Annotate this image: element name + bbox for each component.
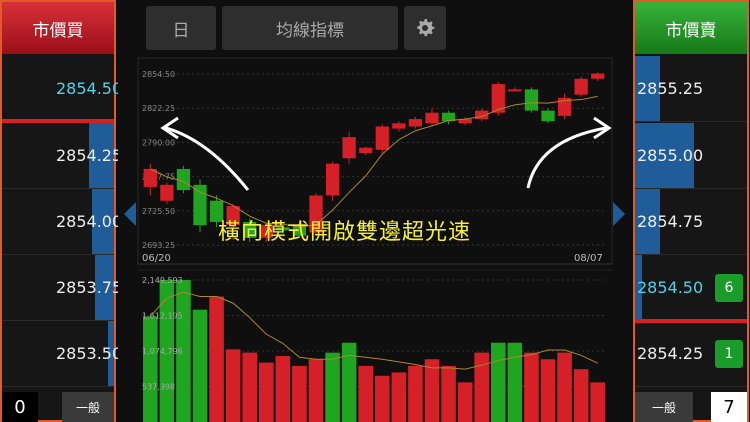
expand-right-icon[interactable]: [613, 202, 625, 226]
volume-bar: [590, 382, 605, 422]
bid-footer: 0 一般: [2, 392, 114, 422]
volume-bar: [259, 362, 274, 422]
candle-body: [359, 147, 373, 154]
price-tick-label: 2725.50: [142, 207, 175, 216]
ask-count: 7: [711, 392, 747, 422]
order-qty-badge: 1: [715, 340, 743, 368]
price-label: 2854.25: [637, 344, 704, 363]
price-label: 2855.25: [637, 79, 704, 98]
ask-panel: 市價賣 2855.25 2855.00 2854.75 2854.50 6 2854.25…: [633, 0, 749, 422]
candle-body: [425, 112, 439, 124]
bid-count: 0: [2, 392, 38, 422]
market-sell-button[interactable]: 市價賣: [635, 2, 747, 54]
end-date-label: 08/07: [574, 253, 603, 264]
volume-tick-label: 537,398: [142, 383, 175, 392]
candle-body: [591, 73, 605, 79]
candle-body: [524, 89, 539, 111]
volume-tick-label: 1,074,796: [142, 347, 183, 356]
volume-bar: [242, 352, 257, 422]
volume-bar: [143, 316, 158, 422]
bid-order-type[interactable]: 一般: [62, 392, 114, 422]
candle-body: [375, 126, 389, 150]
volume-bar: [308, 359, 324, 422]
volume-bar: [358, 365, 373, 422]
expand-left-icon[interactable]: [124, 202, 136, 226]
volume-bar: [325, 352, 340, 422]
price-label: 2854.25: [56, 146, 123, 165]
bid-row[interactable]: 2854.00: [2, 189, 122, 255]
order-qty-badge: 6: [715, 274, 743, 302]
price-label: 2853.50: [56, 344, 123, 363]
ask-row[interactable]: 2854.50 6: [635, 255, 747, 321]
candle-body: [508, 89, 522, 92]
volume-bar: [524, 352, 539, 422]
volume-bar: [441, 365, 456, 422]
candle-body: [342, 137, 356, 159]
volume-bar: [408, 365, 423, 422]
price-tick-label: 2822.25: [142, 104, 175, 113]
price-chart[interactable]: 2854.502822.252790.002757.752725.502693.…: [118, 0, 631, 422]
price-label: 2854.50: [637, 278, 704, 297]
start-date-label: 06/20: [142, 253, 171, 264]
volume-bar: [275, 355, 291, 422]
volume-bar: [457, 382, 473, 422]
volume-bar: [474, 352, 489, 422]
bid-panel: 市價買 2854.50 2854.25 2854.00 2853.75 2853.50 …: [0, 0, 122, 422]
volume-bar: [391, 372, 407, 422]
volume-bar: [507, 342, 523, 422]
bid-row[interactable]: 2853.50: [2, 321, 122, 387]
candle-body: [408, 119, 423, 127]
price-label: 2854.50: [56, 79, 123, 98]
volume-bar: [375, 375, 390, 422]
volume-bar: [225, 349, 241, 422]
volume-bar: [491, 342, 506, 422]
candle-body: [193, 184, 207, 226]
volume-tick-label: 2,149,593: [142, 276, 183, 285]
chart-area: 日 均線指標 2854.50 2822.25 2790.00 2757.75 2725.…: [118, 0, 631, 422]
ask-row[interactable]: 2855.25: [635, 56, 747, 122]
price-tick-label: 2854.50: [142, 70, 175, 79]
price-label: 2854.00: [56, 212, 123, 231]
ask-row[interactable]: 2854.25 1: [635, 321, 747, 387]
market-buy-button[interactable]: 市價買: [2, 2, 114, 54]
volume-bar: [292, 365, 307, 422]
bid-row[interactable]: 2854.25: [2, 123, 122, 189]
price-tick-label: 2693.25: [142, 241, 175, 250]
volume-bar: [341, 342, 357, 422]
volume-bar: [573, 369, 589, 422]
ask-footer: 一般 7: [635, 392, 747, 422]
price-label: 2853.75: [56, 278, 123, 297]
volume-tick-label: 1,612,195: [142, 312, 183, 321]
candle-body: [574, 78, 588, 95]
volume-bar: [424, 359, 440, 422]
candle-body: [176, 168, 191, 191]
candle-body: [541, 110, 555, 122]
bid-row[interactable]: 2854.50: [2, 56, 122, 122]
volume-bar: [557, 352, 572, 422]
bid-row[interactable]: 2853.75: [2, 255, 122, 321]
candle-body: [392, 123, 406, 129]
volume-bar: [540, 359, 556, 422]
ask-order-type[interactable]: 一般: [635, 392, 693, 422]
price-label: 2854.75: [637, 212, 704, 231]
candle-body: [325, 163, 340, 196]
ask-row[interactable]: 2855.00: [635, 123, 747, 189]
feature-caption: 橫向模式開啟雙邊超光速: [218, 220, 472, 245]
volume-bar: [192, 309, 208, 422]
ask-divider: [635, 319, 747, 323]
bid-divider: [2, 119, 114, 123]
candle-body: [160, 184, 174, 201]
ask-row[interactable]: 2854.75: [635, 189, 747, 255]
volume-bar: [209, 296, 224, 422]
price-label: 2855.00: [637, 146, 704, 165]
price-tick-label: 2790.00: [142, 138, 175, 147]
